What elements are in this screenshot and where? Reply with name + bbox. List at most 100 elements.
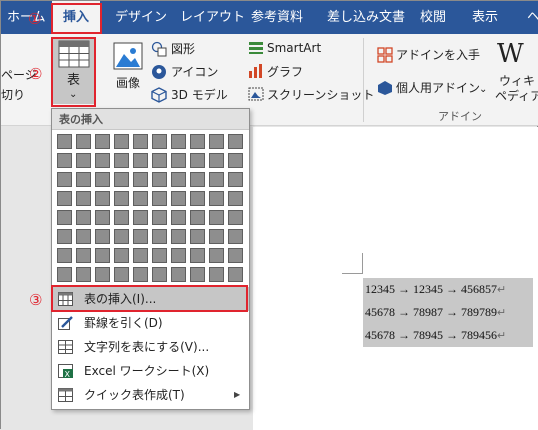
tab-mailings[interactable]: 差し込み文書 <box>327 1 405 34</box>
table-grid-cell[interactable] <box>76 153 91 168</box>
my-addins-button[interactable]: 個人用アドイン <box>396 79 480 97</box>
table-grid-cell[interactable] <box>171 210 186 225</box>
table-grid-cell[interactable] <box>57 210 72 225</box>
shapes-button[interactable]: 図形 <box>171 40 195 58</box>
table-grid-cell[interactable] <box>133 210 148 225</box>
table-grid-cell[interactable] <box>76 134 91 149</box>
table-grid-cell[interactable] <box>209 191 224 206</box>
menu-item-draw-table[interactable]: 罫線を引く(D) <box>53 311 249 335</box>
table-grid-cell[interactable] <box>133 191 148 206</box>
table-grid-cell[interactable] <box>76 172 91 187</box>
table-grid-cell[interactable] <box>190 134 205 149</box>
table-grid-cell[interactable] <box>228 191 243 206</box>
picture-label[interactable]: 画像 <box>116 74 140 92</box>
table-grid-cell[interactable] <box>95 248 110 263</box>
table-grid-cell[interactable] <box>133 267 148 282</box>
table-grid-cell[interactable] <box>209 153 224 168</box>
graph-button[interactable]: グラフ <box>267 63 303 81</box>
table-grid-cell[interactable] <box>76 210 91 225</box>
table-grid-cell[interactable] <box>76 267 91 282</box>
table-grid-cell[interactable] <box>228 248 243 263</box>
table-grid-cell[interactable] <box>114 153 129 168</box>
table-grid-cell[interactable] <box>152 191 167 206</box>
selected-text-line[interactable]: 45678 → 78945 → 789456↵ <box>363 324 533 347</box>
table-grid-cell[interactable] <box>209 172 224 187</box>
table-grid-cell[interactable] <box>133 229 148 244</box>
tab-design[interactable]: デザイン <box>115 1 167 34</box>
table-grid-cell[interactable] <box>190 267 205 282</box>
table-grid-cell[interactable] <box>190 172 205 187</box>
table-grid-cell[interactable] <box>171 229 186 244</box>
table-grid-cell[interactable] <box>95 267 110 282</box>
selected-text-line[interactable]: 12345 → 12345 → 456857↵ <box>363 278 533 301</box>
menu-item-text-to-table[interactable]: 文字列を表にする(V)... <box>53 335 249 359</box>
smartart-button[interactable]: SmartArt <box>267 39 321 57</box>
table-grid-cell[interactable] <box>228 229 243 244</box>
selected-text-line[interactable]: 45678 → 78987 → 789789↵ <box>363 301 533 324</box>
table-grid-cell[interactable] <box>114 248 129 263</box>
table-grid-cell[interactable] <box>228 210 243 225</box>
table-grid-cell[interactable] <box>95 210 110 225</box>
icons-button[interactable]: アイコン <box>171 63 218 81</box>
tab-layout[interactable]: レイアウト <box>180 1 245 34</box>
tab-view[interactable]: 表示 <box>472 1 498 34</box>
table-grid-cell[interactable] <box>57 134 72 149</box>
table-grid-cell[interactable] <box>209 229 224 244</box>
table-grid-cell[interactable] <box>114 229 129 244</box>
table-grid-cell[interactable] <box>57 229 72 244</box>
table-grid-cell[interactable] <box>209 267 224 282</box>
table-grid-cell[interactable] <box>57 267 72 282</box>
table-grid-cell[interactable] <box>133 248 148 263</box>
table-grid-cell[interactable] <box>152 172 167 187</box>
table-grid-cell[interactable] <box>57 172 72 187</box>
table-grid-cell[interactable] <box>171 134 186 149</box>
table-grid-cell[interactable] <box>228 153 243 168</box>
table-grid-cell[interactable] <box>152 134 167 149</box>
table-grid-cell[interactable] <box>152 210 167 225</box>
table-grid-cell[interactable] <box>190 229 205 244</box>
3d-model-button[interactable]: 3D モデル <box>171 86 228 104</box>
table-grid-cell[interactable] <box>190 248 205 263</box>
table-grid-cell[interactable] <box>114 172 129 187</box>
screenshot-button[interactable]: スクリーンショット <box>267 86 374 104</box>
menu-item-excel-worksheet[interactable]: X Excel ワークシート(X) <box>53 359 249 383</box>
table-grid-cell[interactable] <box>171 153 186 168</box>
table-grid-cell[interactable] <box>209 134 224 149</box>
table-grid-cell[interactable] <box>114 134 129 149</box>
table-size-grid[interactable] <box>57 134 247 286</box>
table-grid-cell[interactable] <box>171 191 186 206</box>
table-grid-cell[interactable] <box>209 248 224 263</box>
table-grid-cell[interactable] <box>95 153 110 168</box>
menu-item-quick-tables[interactable]: クイック表作成(T) ▶ <box>53 383 249 407</box>
table-grid-cell[interactable] <box>152 229 167 244</box>
table-grid-cell[interactable] <box>57 191 72 206</box>
table-grid-cell[interactable] <box>190 153 205 168</box>
table-grid-cell[interactable] <box>95 229 110 244</box>
tab-help[interactable]: ヘ <box>527 1 538 34</box>
table-grid-cell[interactable] <box>228 134 243 149</box>
table-grid-cell[interactable] <box>152 248 167 263</box>
table-grid-cell[interactable] <box>114 191 129 206</box>
table-grid-cell[interactable] <box>57 248 72 263</box>
tab-review[interactable]: 校閲 <box>420 1 446 34</box>
table-grid-cell[interactable] <box>76 191 91 206</box>
table-grid-cell[interactable] <box>190 191 205 206</box>
get-addins-button[interactable]: アドインを入手 <box>396 46 480 64</box>
table-grid-cell[interactable] <box>114 267 129 282</box>
table-grid-cell[interactable] <box>228 172 243 187</box>
table-grid-cell[interactable] <box>57 153 72 168</box>
table-grid-cell[interactable] <box>95 191 110 206</box>
tab-references[interactable]: 参考資料 <box>251 1 303 34</box>
table-grid-cell[interactable] <box>95 134 110 149</box>
table-grid-cell[interactable] <box>152 267 167 282</box>
table-grid-cell[interactable] <box>152 153 167 168</box>
table-grid-cell[interactable] <box>209 210 224 225</box>
table-grid-cell[interactable] <box>76 248 91 263</box>
table-grid-cell[interactable] <box>171 248 186 263</box>
table-grid-cell[interactable] <box>133 134 148 149</box>
wikipedia-icon[interactable]: W <box>497 38 524 70</box>
table-grid-cell[interactable] <box>133 172 148 187</box>
table-grid-cell[interactable] <box>171 172 186 187</box>
table-grid-cell[interactable] <box>190 210 205 225</box>
table-grid-cell[interactable] <box>114 210 129 225</box>
